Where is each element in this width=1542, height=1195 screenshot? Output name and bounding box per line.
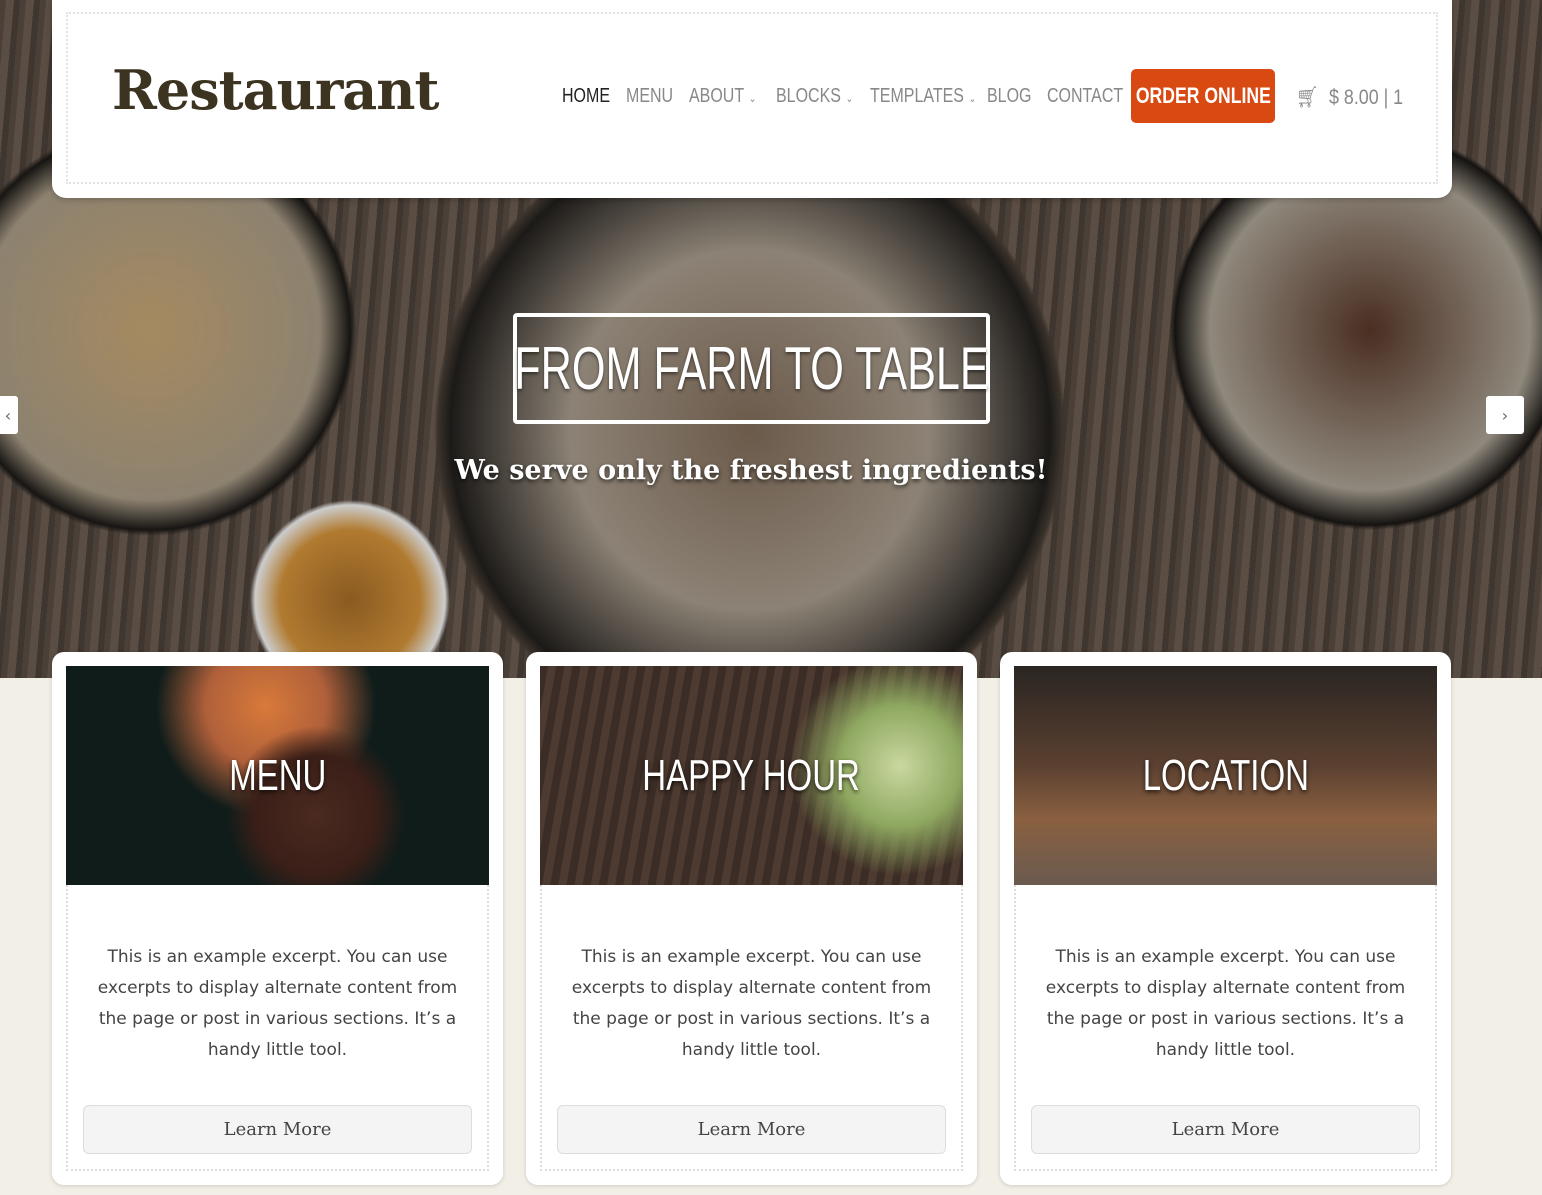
nav-templates[interactable]: TEMPLATES ⌄ xyxy=(870,85,976,108)
nav-blog[interactable]: BLOG xyxy=(987,85,1031,108)
card-excerpt: This is an example excerpt. You can use … xyxy=(97,947,458,1060)
card-image[interactable]: HAPPY HOUR xyxy=(540,666,963,885)
slider-next-button[interactable]: › xyxy=(1486,396,1524,434)
chevron-right-icon: › xyxy=(1501,405,1509,425)
chevron-down-icon: ⌄ xyxy=(968,93,977,105)
card-excerpt: This is an example excerpt. You can use … xyxy=(1045,947,1406,1060)
card-excerpt: This is an example excerpt. You can use … xyxy=(571,947,932,1060)
nav-menu[interactable]: MENU xyxy=(626,85,673,108)
nav-contact[interactable]: CONTACT xyxy=(1047,85,1123,108)
hero-title-box: FROM FARM TO TABLE xyxy=(513,313,990,424)
card-location: LOCATION This is an example excerpt. You… xyxy=(1000,652,1451,1185)
learn-more-button[interactable]: Learn More xyxy=(557,1105,946,1154)
site-header: Restaurant HOME MENU ABOUT ⌄ BLOCKS ⌄ TEMP… xyxy=(52,0,1452,198)
cart-icon: 🛒︎ xyxy=(1296,86,1319,109)
nav-about[interactable]: ABOUT ⌄ xyxy=(689,85,756,108)
cart-link[interactable]: 🛒︎ $ 8.00 | 1 xyxy=(1296,86,1416,110)
card-menu: MENU This is an example excerpt. You can… xyxy=(52,652,503,1185)
chevron-down-icon: ⌄ xyxy=(845,93,854,105)
order-online-button[interactable]: ORDER ONLINE xyxy=(1131,69,1275,123)
card-image[interactable]: MENU xyxy=(66,666,489,885)
learn-more-button[interactable]: Learn More xyxy=(83,1105,472,1154)
slider-prev-button[interactable]: ‹ xyxy=(0,396,18,434)
nav-blocks[interactable]: BLOCKS ⌄ xyxy=(776,85,853,108)
chevron-down-icon: ⌄ xyxy=(748,93,757,105)
card-image[interactable]: LOCATION xyxy=(1014,666,1437,885)
nav-home[interactable]: HOME xyxy=(562,85,610,108)
chevron-left-icon: ‹ xyxy=(4,405,12,425)
learn-more-button[interactable]: Learn More xyxy=(1031,1105,1420,1154)
hero-title: FROM FARM TO TABLE xyxy=(514,335,989,402)
hero-subtitle: We serve only the freshest ingredients! xyxy=(454,455,1048,486)
card-happy-hour: HAPPY HOUR This is an example excerpt. Y… xyxy=(526,652,977,1185)
